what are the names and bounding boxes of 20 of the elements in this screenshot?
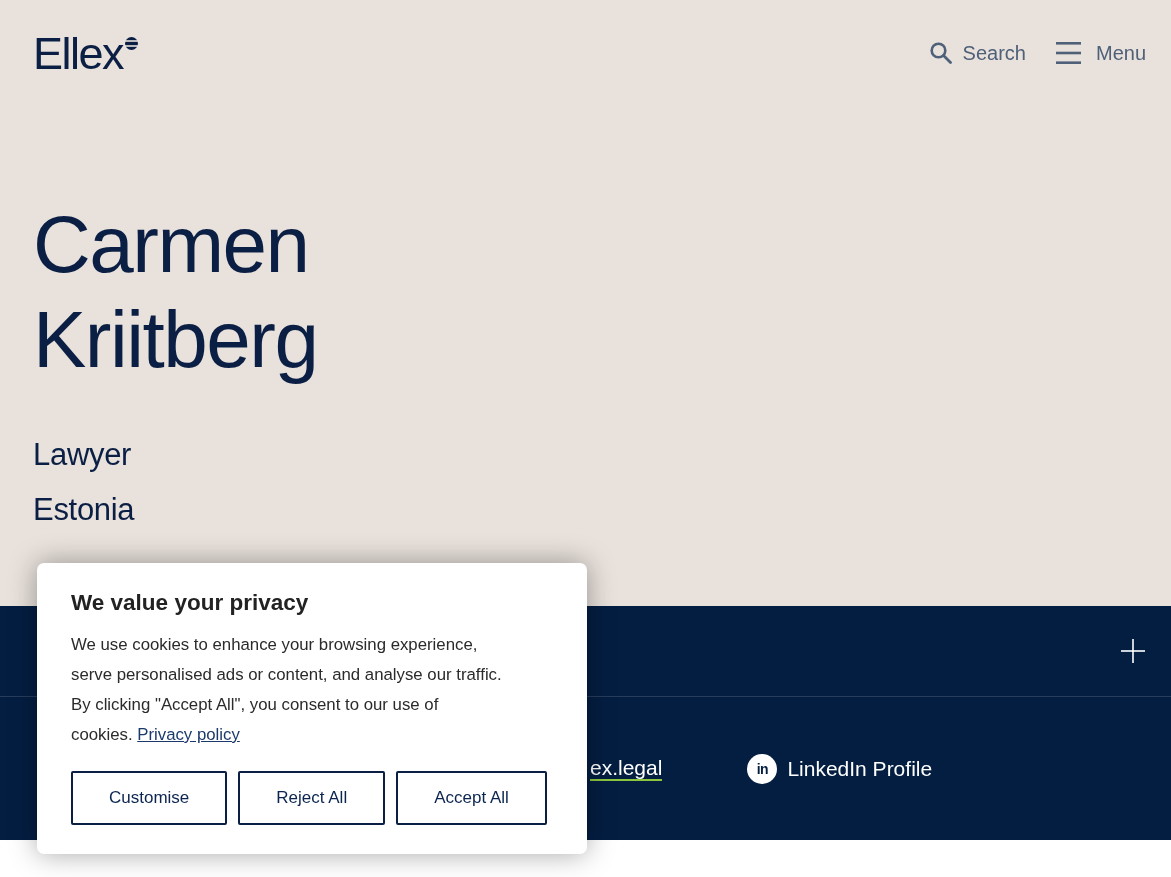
job-title: Lawyer [33,436,132,474]
email-link[interactable]: ex.legal [590,756,663,781]
logo-link[interactable]: Ellex [33,30,139,78]
dialog-title: We value your privacy [71,589,310,617]
menu-button[interactable]: Menu [1055,42,1146,64]
privacy-policy-link[interactable]: Privacy policy [137,725,240,744]
striped-circle-icon [125,37,139,50]
person-name: Carmen Kriitberg [33,199,319,386]
linkedin-icon: in [747,753,778,784]
consent-button[interactable]: Reject All [238,771,386,825]
profile-link[interactable]: in LinkedIn Profile [747,753,933,784]
search-button[interactable]: Search [929,42,1026,64]
consent-text: We use cookies to enhance your browsing experience, serve personalised ads or content, and analyse our traffic. By clicking "Accept All", you consent to our use of cookies. Privacy policy [71,634,503,746]
menu-icon [1055,42,1081,64]
country-text: Estonia [33,491,135,529]
consent-button[interactable]: Customise [71,771,228,825]
consent-button[interactable]: Accept All [396,771,547,825]
plus-icon [1121,639,1145,663]
plus-button[interactable] [1121,639,1145,663]
search-icon [929,42,952,64]
